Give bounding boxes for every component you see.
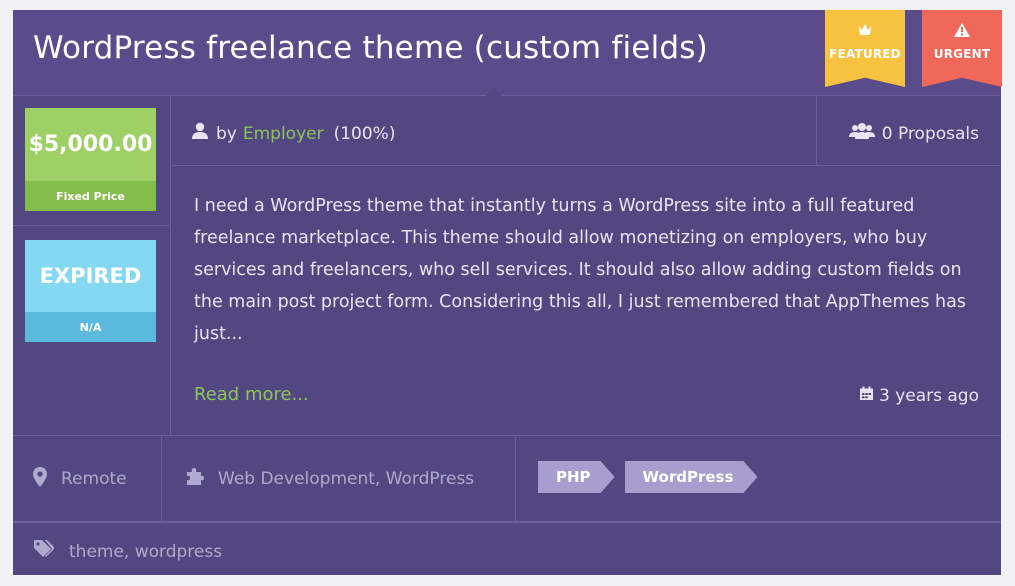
skill-tag-php[interactable]: PHP: [538, 461, 615, 493]
urgent-label: URGENT: [933, 47, 991, 61]
author-rating: (100%): [333, 123, 396, 144]
author-by: by: [216, 123, 237, 144]
calendar-icon: [859, 386, 874, 406]
proposals-cell: 0 Proposals: [816, 96, 1001, 166]
map-pin-icon: [33, 466, 47, 492]
proposals-count: 0 Proposals: [848, 122, 979, 145]
users-icon: [848, 122, 875, 145]
featured-badge: FEATURED: [825, 10, 905, 87]
author-row: by Employer (100%) 0 Proposals: [172, 96, 1001, 166]
price-status-column: $5,000.00 Fixed Price EXPIRED N/A: [13, 96, 171, 435]
status-detail: N/A: [25, 312, 156, 342]
posted-time: 3 years ago: [859, 386, 979, 406]
meta-row: Remote Web Development, WordPress PHP Wo…: [13, 435, 1001, 523]
meta-divider: [515, 436, 516, 522]
puzzle-icon: [185, 467, 204, 491]
meta-divider: [161, 436, 162, 522]
column-divider: [13, 225, 171, 226]
categories: Web Development, WordPress: [185, 436, 474, 522]
skill-tag-wordpress[interactable]: WordPress: [625, 461, 758, 493]
price-type: Fixed Price: [25, 181, 156, 211]
tags-row: theme, wordpress: [33, 539, 222, 564]
read-more-link[interactable]: Read more...: [194, 384, 309, 405]
location-label[interactable]: Remote: [61, 469, 127, 489]
tags-icon: [33, 539, 55, 564]
status-label: EXPIRED: [25, 240, 156, 312]
author-info: by Employer (100%): [192, 122, 395, 145]
project-card: WordPress freelance theme (custom fields…: [13, 10, 1002, 575]
posted-label: 3 years ago: [878, 386, 979, 406]
user-icon: [192, 122, 208, 145]
urgent-badge: URGENT: [922, 10, 1002, 87]
price-box: $5,000.00 Fixed Price: [25, 108, 156, 211]
status-box: EXPIRED N/A: [25, 240, 156, 342]
tags-label[interactable]: theme, wordpress: [69, 542, 222, 562]
crown-icon: [825, 22, 905, 38]
location: Remote: [33, 436, 127, 522]
featured-label: FEATURED: [829, 47, 901, 61]
project-description: I need a WordPress theme that instantly …: [194, 196, 966, 344]
author-link[interactable]: Employer: [243, 124, 324, 144]
skills-list: PHP WordPress: [538, 461, 767, 493]
warning-icon: [922, 22, 1002, 38]
project-title[interactable]: WordPress freelance theme (custom fields…: [33, 30, 708, 66]
proposals-label: 0 Proposals: [881, 123, 979, 144]
categories-label[interactable]: Web Development, WordPress: [218, 469, 474, 489]
price-amount: $5,000.00: [25, 108, 156, 181]
